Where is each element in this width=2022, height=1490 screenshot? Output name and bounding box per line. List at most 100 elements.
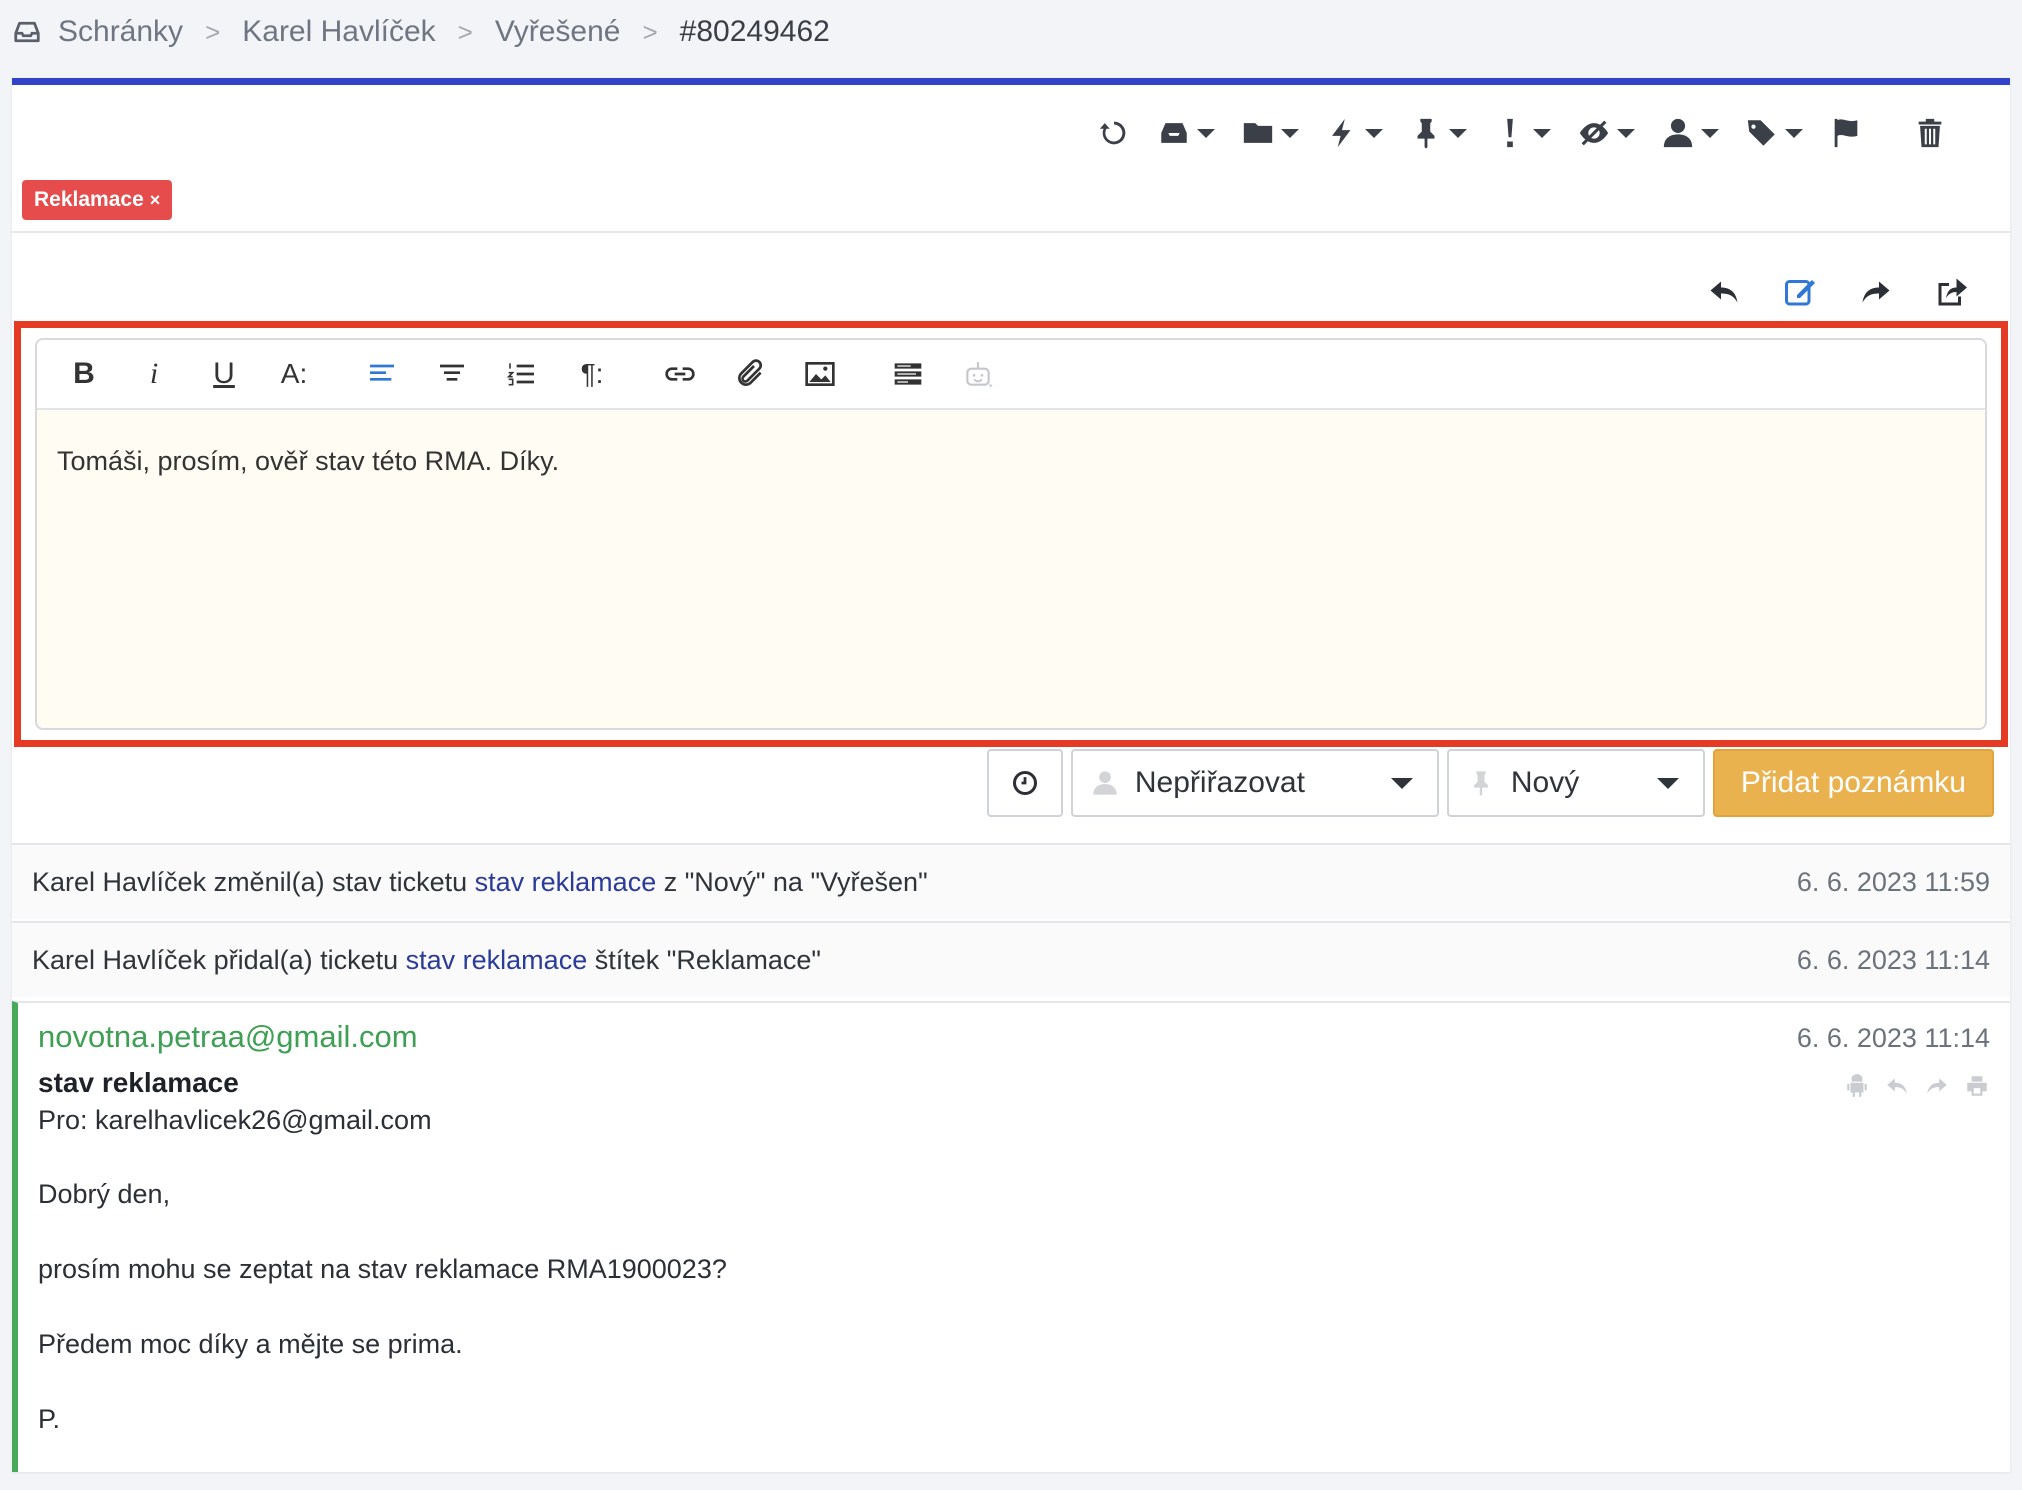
- breadcrumb-ticket-id: #80249462: [679, 15, 830, 48]
- breadcrumb-item-user[interactable]: Karel Havlíček: [242, 15, 435, 49]
- delete-button[interactable]: [1900, 109, 1960, 157]
- reply-actions: [1706, 270, 1970, 314]
- image-icon: [805, 362, 835, 386]
- ai-assistant-button[interactable]: [951, 347, 1005, 401]
- message-subject: stav reklamace: [38, 1067, 239, 1098]
- folder-icon: [1243, 123, 1273, 143]
- pin-icon: [1417, 118, 1435, 149]
- image-button[interactable]: [793, 347, 847, 401]
- history-row: Karel Havlíček přidal(a) ticketu stav re…: [12, 921, 2010, 997]
- body-paragraph: Dobrý den,: [38, 1179, 171, 1209]
- email-message: novotna.petraa@gmail.com 6. 6. 2023 11:1…: [12, 1001, 2010, 1472]
- paperclip-icon: [738, 359, 763, 386]
- forward-icon[interactable]: [1924, 1073, 1950, 1099]
- priority-icon: [1507, 118, 1513, 148]
- reply-icon[interactable]: [1884, 1073, 1910, 1099]
- trash-icon: [1918, 118, 1942, 148]
- history-prefix: Karel Havlíček přidal(a) ticketu: [32, 944, 406, 975]
- clock-icon: [1012, 770, 1037, 796]
- inbox-icon: [1161, 123, 1187, 143]
- forward-icon[interactable]: [1858, 274, 1894, 310]
- inbox-icon: [14, 21, 40, 43]
- tag-chip: Reklamace ×: [22, 180, 173, 220]
- link-button[interactable]: [653, 347, 707, 401]
- schedule-button[interactable]: [986, 749, 1063, 817]
- refresh-button[interactable]: [1084, 109, 1144, 157]
- editor-highlight: B i U A: ¶: Tomáši, prosím, ověř stav té…: [14, 321, 2008, 747]
- history-text: Karel Havlíček změnil(a) stav ticketu st…: [32, 867, 928, 898]
- paragraph-button[interactable]: ¶:: [565, 347, 619, 401]
- folder-button[interactable]: [1228, 109, 1312, 157]
- macro-button[interactable]: [1312, 109, 1396, 157]
- status-select[interactable]: Nový: [1446, 749, 1705, 817]
- message-recipient: Pro: karelhavlicek26@gmail.com: [38, 1105, 432, 1135]
- tags-button[interactable]: [1732, 109, 1816, 157]
- attachment-button[interactable]: [723, 347, 777, 401]
- chevron-down-icon: [1533, 128, 1551, 138]
- message-date: 6. 6. 2023 11:14: [1796, 1023, 1990, 1053]
- ordered-list-button[interactable]: [495, 347, 549, 401]
- editor-content[interactable]: Tomáši, prosím, ověř stav této RMA. Díky…: [37, 410, 1985, 513]
- status-value: Nový: [1510, 766, 1580, 799]
- visibility-button[interactable]: [1564, 109, 1648, 157]
- body-paragraph: P.: [38, 1404, 61, 1434]
- message-body: Dobrý den, prosím mohu se zeptat na stav…: [38, 1179, 727, 1479]
- user-icon: [1093, 771, 1117, 795]
- share-icon[interactable]: [1934, 274, 1970, 310]
- pin-button[interactable]: [1396, 109, 1480, 157]
- assign-user-button[interactable]: [1648, 109, 1732, 157]
- ticket-link[interactable]: stav reklamace: [475, 867, 657, 897]
- body-paragraph: prosím mohu se zeptat na stav reklamace …: [38, 1254, 727, 1284]
- history-date: 6. 6. 2023 11:59: [1796, 866, 1990, 897]
- font-size-button[interactable]: A:: [267, 347, 321, 401]
- bold-button[interactable]: B: [57, 347, 111, 401]
- note-action-row: Nepřiřazovat Nový Přidat poznámku: [986, 749, 1994, 817]
- editor-toolbar: B i U A: ¶:: [37, 340, 1985, 410]
- bold-icon: B: [73, 357, 95, 390]
- divider: [12, 231, 2010, 233]
- ticket-link[interactable]: stav reklamace: [406, 945, 588, 975]
- underline-icon: U: [213, 357, 235, 390]
- history-row: Karel Havlíček změnil(a) stav ticketu st…: [12, 843, 2010, 919]
- move-to-inbox-button[interactable]: [1144, 109, 1228, 157]
- sender-email[interactable]: novotna.petraa@gmail.com: [38, 1019, 418, 1055]
- body-paragraph: Předem moc díky a mějte se prima.: [38, 1329, 463, 1359]
- android-icon[interactable]: [1844, 1073, 1870, 1099]
- chevron-down-icon: [1656, 777, 1679, 789]
- italic-button[interactable]: i: [127, 347, 181, 401]
- breadcrumb-item-resolved[interactable]: Vyřešené: [495, 15, 621, 49]
- note-editor: B i U A: ¶: Tomáši, prosím, ověř stav té…: [35, 338, 1987, 730]
- reply-icon[interactable]: [1706, 274, 1742, 310]
- print-icon[interactable]: [1964, 1073, 1990, 1099]
- template-button[interactable]: [881, 347, 935, 401]
- breadcrumb-item-inboxes[interactable]: Schránky: [58, 15, 183, 49]
- bolt-icon: [1332, 118, 1351, 148]
- history-suffix: z "Nový" na "Vyřešen": [656, 866, 928, 897]
- underline-button[interactable]: U: [197, 347, 251, 401]
- chevron-down-icon: [1617, 128, 1635, 138]
- breadcrumb-separator: >: [642, 16, 658, 47]
- priority-button[interactable]: [1480, 109, 1564, 157]
- template-icon: [894, 363, 922, 385]
- chevron-down-icon: [1785, 128, 1803, 138]
- assign-value: Nepřiřazovat: [1134, 766, 1305, 799]
- paragraph-icon: ¶:: [580, 358, 604, 389]
- align-center-button[interactable]: [425, 347, 479, 401]
- ticket-toolbar: [1084, 109, 1960, 157]
- ordered-list-icon: [506, 363, 534, 386]
- note-icon[interactable]: [1782, 274, 1818, 310]
- chevron-down-icon: [1701, 128, 1719, 138]
- history-prefix: Karel Havlíček změnil(a) stav ticketu: [32, 866, 475, 897]
- tag-remove-button[interactable]: ×: [150, 190, 161, 211]
- align-left-button[interactable]: [355, 347, 409, 401]
- history-text: Karel Havlíček přidal(a) ticketu stav re…: [32, 945, 821, 976]
- align-left-icon: [370, 364, 394, 381]
- visibility-icon: [1579, 120, 1609, 146]
- add-note-button[interactable]: Přidat poznámku: [1712, 749, 1994, 817]
- flag-icon: [1834, 118, 1858, 148]
- chevron-down-icon: [1365, 128, 1383, 138]
- flag-button[interactable]: [1816, 109, 1876, 157]
- chevron-down-icon: [1449, 128, 1467, 138]
- assign-select[interactable]: Nepřiřazovat: [1070, 749, 1439, 817]
- robot-icon: [966, 362, 993, 388]
